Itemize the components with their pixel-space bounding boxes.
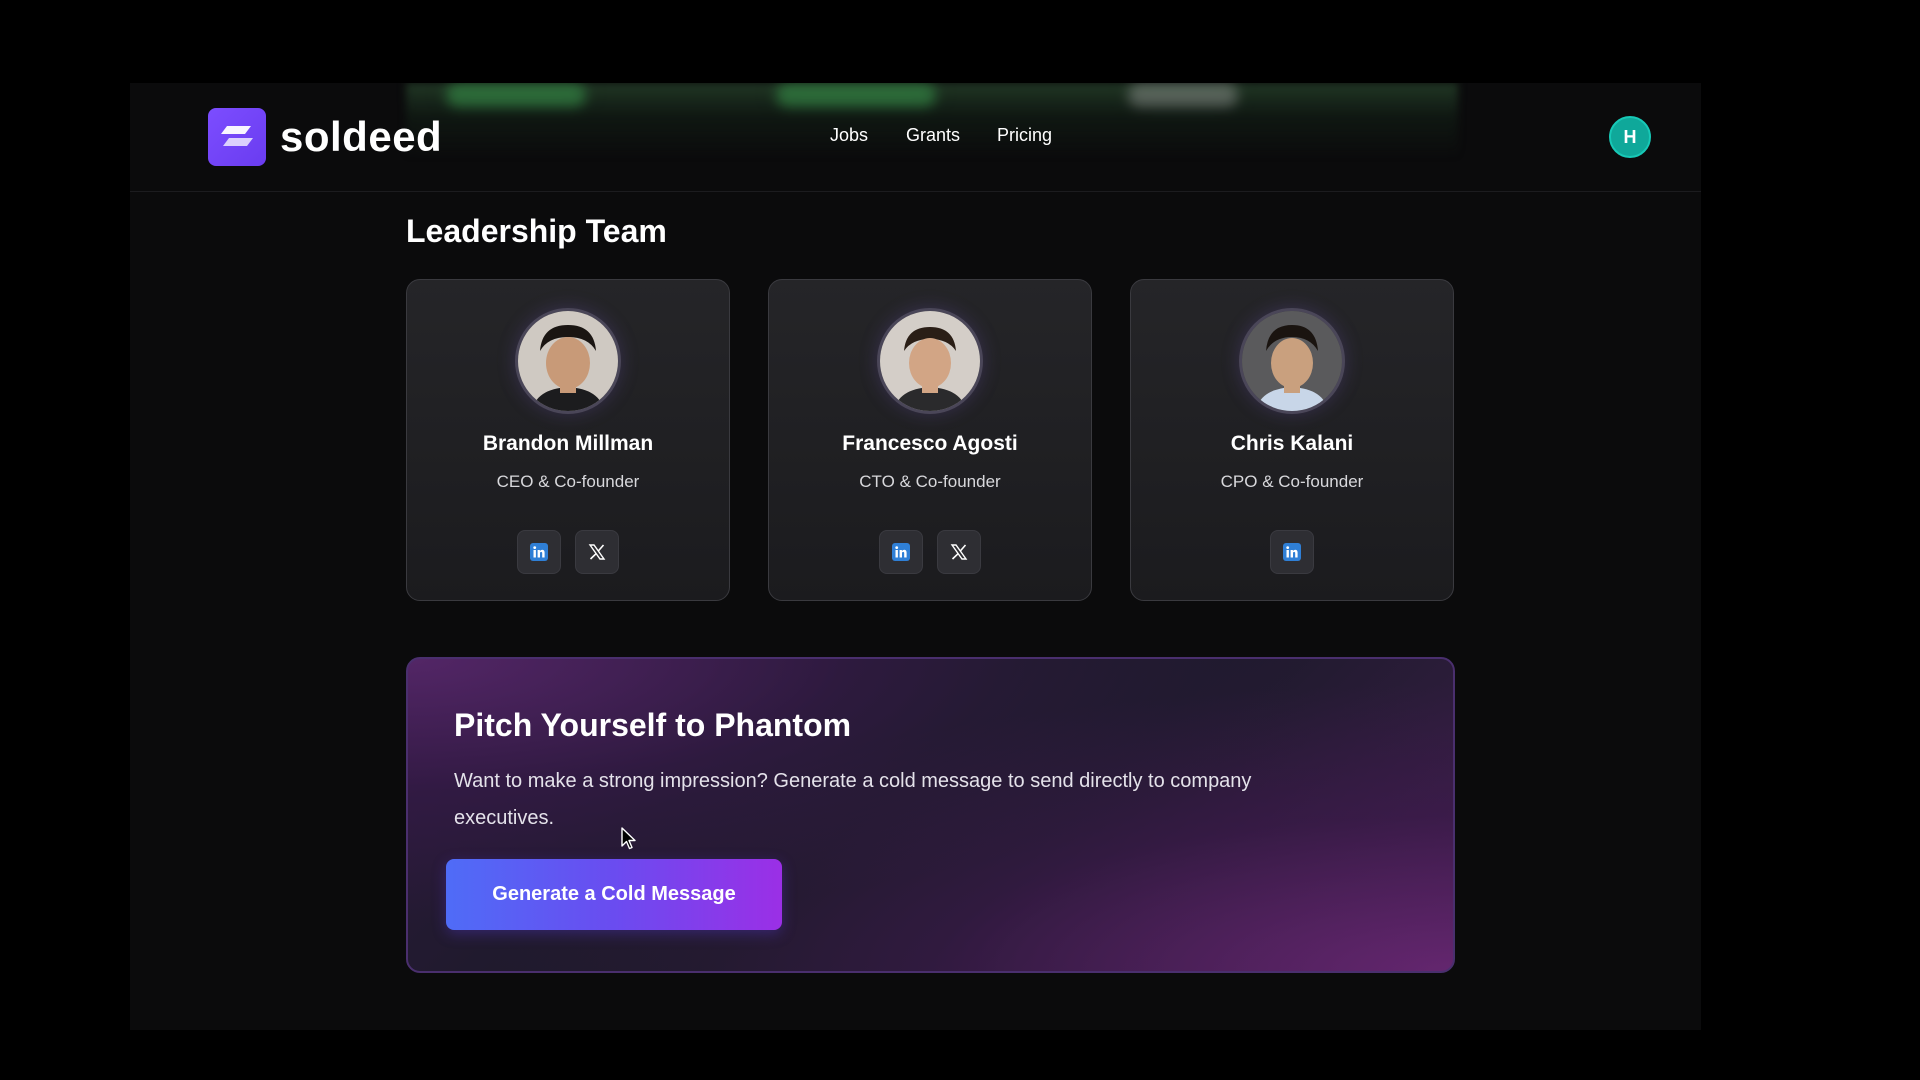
pitch-panel: Pitch Yourself to Phantom Want to make a…: [406, 657, 1455, 973]
x-icon: [950, 544, 968, 560]
leadership-title: Leadership Team: [406, 213, 667, 249]
generate-cold-message-button[interactable]: Generate a Cold Message: [446, 859, 782, 930]
nav-pricing[interactable]: Pricing: [997, 125, 1052, 146]
nav-grants[interactable]: Grants: [906, 125, 960, 146]
member-role: CPO & Co-founder: [1220, 472, 1364, 491]
linkedin-button[interactable]: [517, 530, 561, 574]
social-links: [407, 530, 729, 574]
member-name: Francesco Agosti: [842, 432, 1018, 455]
pitch-title: Pitch Yourself to Phantom: [454, 707, 852, 743]
linkedin-button[interactable]: [1270, 530, 1314, 574]
team-card: Brandon Millman CEO & Co-founder: [406, 279, 730, 601]
avatar: [515, 308, 621, 414]
social-links: [769, 530, 1091, 574]
member-name: Chris Kalani: [1230, 432, 1354, 455]
linkedin-icon: [1283, 543, 1301, 561]
team-card: Francesco Agosti CTO & Co-founder: [768, 279, 1092, 601]
member-role: CEO & Co-founder: [496, 472, 640, 491]
member-name: Brandon Millman: [482, 432, 654, 455]
mouse-cursor-icon: [621, 827, 636, 850]
x-button[interactable]: [575, 530, 619, 574]
user-avatar[interactable]: H: [1609, 116, 1651, 158]
banner-blob: [776, 83, 936, 107]
top-navbar: soldeed Jobs Grants Pricing H: [130, 83, 1701, 192]
avatar: [877, 308, 983, 414]
banner-blob: [1128, 83, 1238, 107]
member-role: CTO & Co-founder: [859, 472, 1001, 491]
x-button[interactable]: [937, 530, 981, 574]
app-window: soldeed Jobs Grants Pricing H Leadership…: [130, 83, 1701, 1030]
soldeed-logo-icon: [208, 108, 266, 166]
avatar: [1239, 308, 1345, 414]
linkedin-button[interactable]: [879, 530, 923, 574]
x-icon: [588, 544, 606, 560]
brand-logo[interactable]: soldeed: [208, 108, 442, 166]
linkedin-icon: [530, 543, 548, 561]
team-card: Chris Kalani CPO & Co-founder: [1130, 279, 1454, 601]
social-links: [1131, 530, 1453, 574]
brand-name: soldeed: [280, 113, 443, 160]
pitch-description: Want to make a strong impression? Genera…: [454, 770, 1252, 829]
banner-blob: [446, 83, 586, 107]
nav-jobs[interactable]: Jobs: [830, 125, 868, 146]
linkedin-icon: [892, 543, 910, 561]
